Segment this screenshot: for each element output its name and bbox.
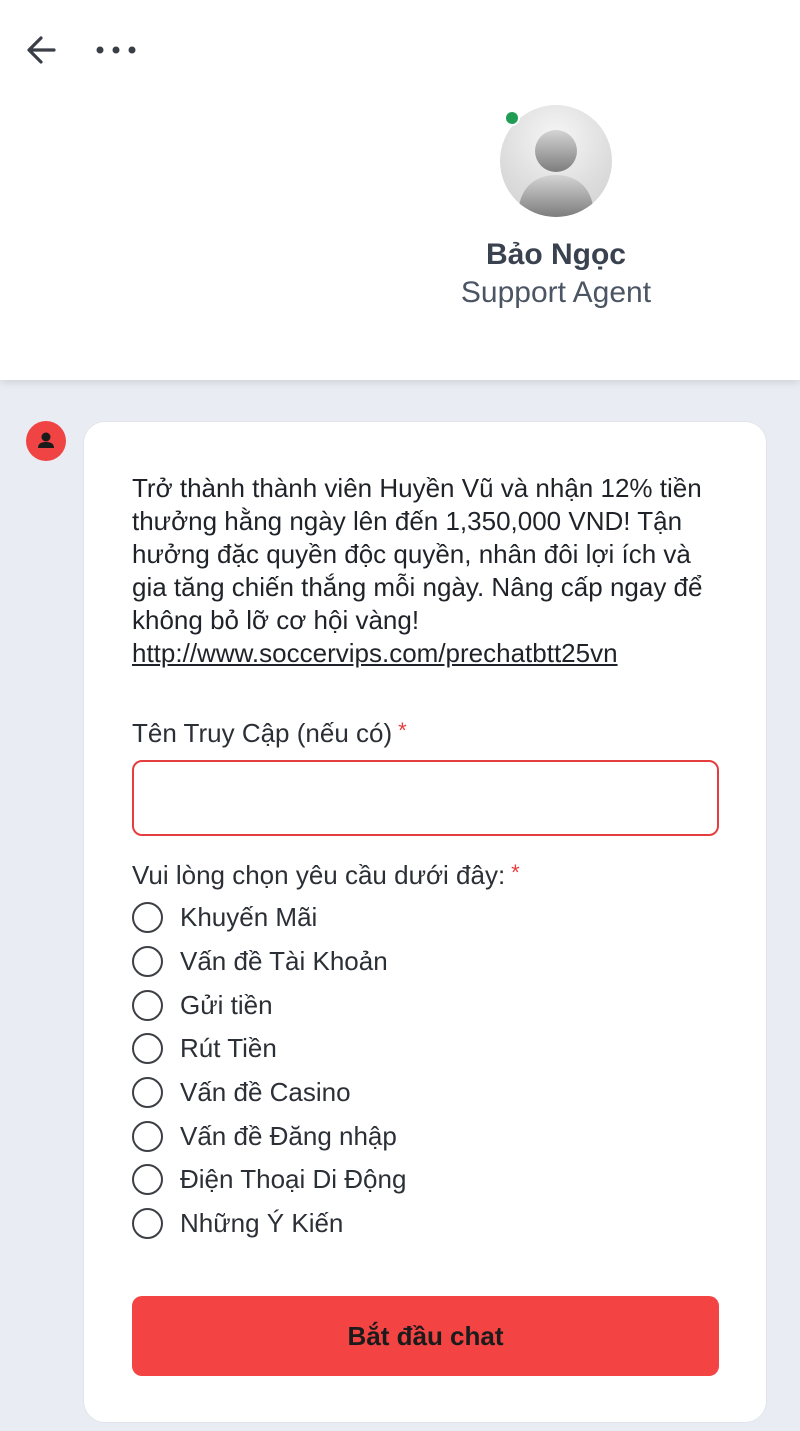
- agent-role: Support Agent: [460, 276, 652, 309]
- required-mark: *: [398, 718, 407, 743]
- option-y-kien[interactable]: Những Ý Kiến: [132, 1202, 692, 1246]
- prechat-form-card: Trở thành thành viên Huyền Vũ và nhận 12…: [83, 421, 767, 1423]
- option-dang-nhap[interactable]: Vấn đề Đăng nhập: [132, 1114, 692, 1158]
- user-icon: [38, 432, 54, 448]
- radio-button[interactable]: [132, 946, 163, 978]
- message-text: Trở thành thành viên Huyền Vũ và nhận 12…: [132, 473, 703, 635]
- arrow-left-icon: [27, 36, 56, 64]
- start-chat-button[interactable]: Bắt đầu chat: [132, 1296, 719, 1376]
- radio-button[interactable]: [132, 1208, 163, 1240]
- option-gui-tien[interactable]: Gửi tiền: [132, 983, 692, 1027]
- back-button[interactable]: [22, 28, 62, 72]
- option-rut-tien[interactable]: Rút Tiền: [132, 1027, 692, 1071]
- option-label: Rút Tiền: [180, 1033, 277, 1064]
- bot-avatar: [26, 421, 66, 461]
- option-casino[interactable]: Vấn đề Casino: [132, 1071, 692, 1115]
- option-tai-khoan[interactable]: Vấn đề Tài Khoản: [132, 940, 692, 984]
- promo-link[interactable]: http://www.soccervips.com/prechatbtt25vn: [132, 637, 732, 670]
- option-label: Vấn đề Casino: [180, 1077, 351, 1108]
- required-mark: *: [511, 860, 520, 885]
- radio-button[interactable]: [132, 1164, 163, 1196]
- option-dien-thoai[interactable]: Điện Thoại Di Động: [132, 1158, 692, 1202]
- online-status-dot: [504, 110, 520, 126]
- radio-button[interactable]: [132, 902, 163, 934]
- option-label: Điện Thoại Di Động: [180, 1164, 407, 1195]
- welcome-message: Trở thành thành viên Huyền Vũ và nhận 12…: [132, 472, 732, 670]
- username-label-text: Tên Truy Cập (nếu có): [132, 718, 393, 748]
- radio-button[interactable]: [132, 1033, 163, 1065]
- option-khuyen-mai[interactable]: Khuyến Mãi: [132, 896, 692, 940]
- username-label: Tên Truy Cập (nếu có) *: [132, 718, 407, 749]
- option-label: Vấn đề Tài Khoản: [180, 946, 388, 977]
- more-horizontal-icon: [96, 46, 136, 54]
- radio-button[interactable]: [132, 1077, 163, 1109]
- option-label: Vấn đề Đăng nhập: [180, 1120, 397, 1151]
- option-label: Những Ý Kiến: [180, 1208, 344, 1239]
- option-label: Gửi tiền: [180, 989, 273, 1020]
- request-label: Vui lòng chọn yêu cầu dưới đây: *: [132, 860, 520, 891]
- radio-button[interactable]: [132, 1120, 163, 1152]
- chat-header: Bảo Ngọc Support Agent: [0, 0, 800, 380]
- agent-name: Bảo Ngọc: [485, 238, 626, 271]
- option-label: Khuyến Mãi: [180, 902, 318, 933]
- radio-button[interactable]: [132, 989, 163, 1021]
- request-options: Khuyến Mãi Vấn đề Tài Khoản Gửi tiền Rút…: [132, 896, 692, 1246]
- username-input[interactable]: [132, 760, 719, 836]
- more-options-button[interactable]: [92, 32, 140, 68]
- request-label-text: Vui lòng chọn yêu cầu dưới đây:: [132, 860, 506, 890]
